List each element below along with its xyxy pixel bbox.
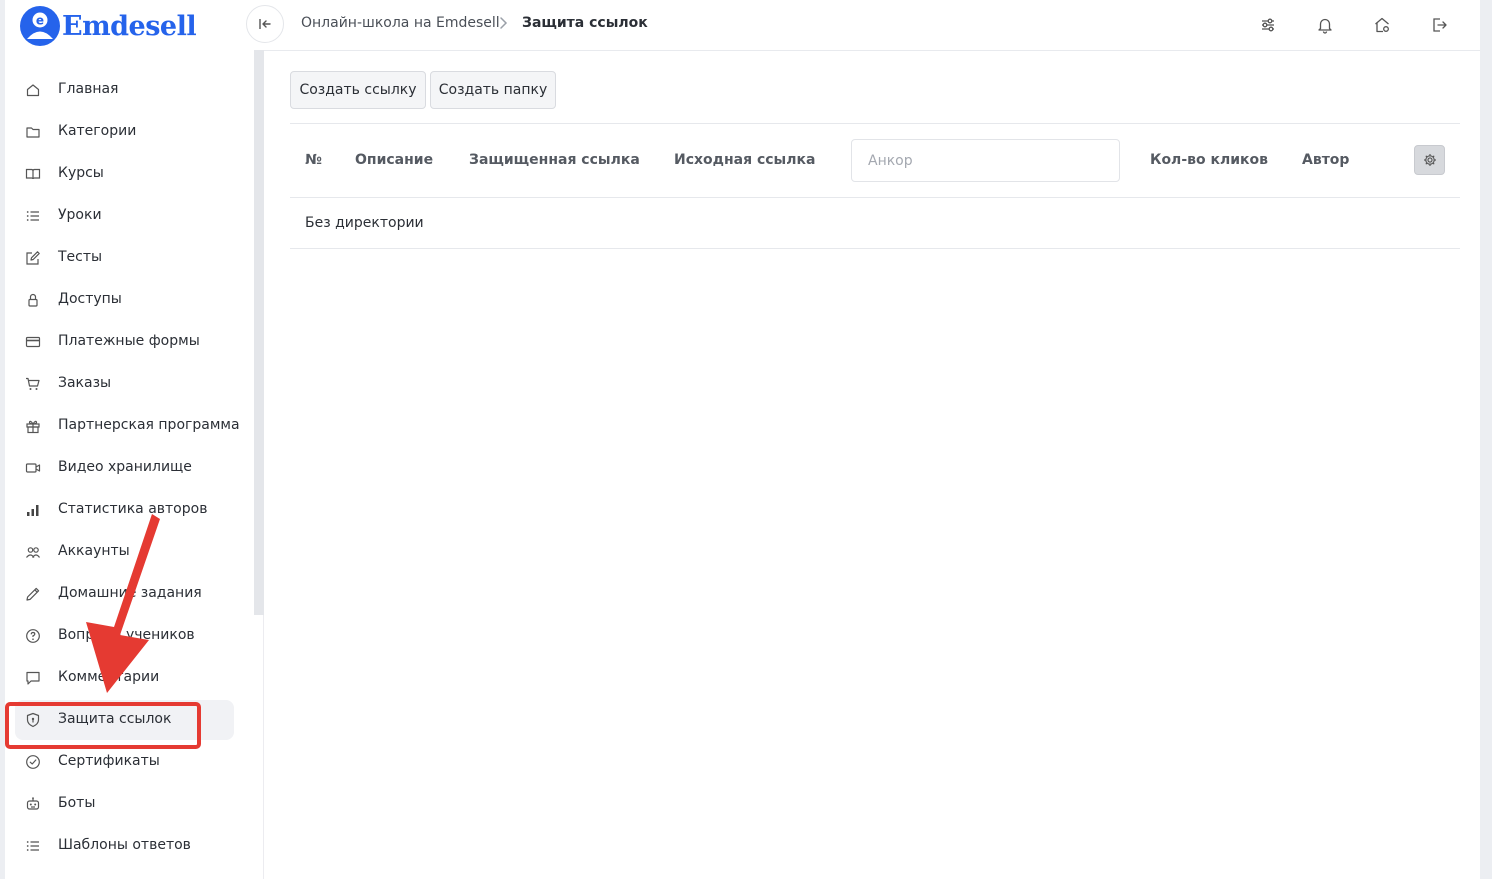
comment-icon bbox=[26, 671, 40, 685]
sidebar-item-video-storage[interactable]: Видео хранилище bbox=[15, 448, 234, 488]
sidebar-item-label: Домашние задания bbox=[58, 585, 202, 601]
bar-chart-icon bbox=[27, 505, 39, 516]
sidebar-item-label: Видео хранилище bbox=[58, 459, 192, 475]
sidebar-item-label: Уроки bbox=[58, 207, 102, 223]
sidebar-item-accounts[interactable]: Аккаунты bbox=[15, 532, 234, 572]
divider bbox=[290, 248, 1460, 249]
collapse-left-icon bbox=[259, 19, 271, 29]
column-header-source-link: Исходная ссылка bbox=[674, 152, 816, 168]
sidebar-item-access[interactable]: Доступы bbox=[15, 280, 234, 320]
logo-icon: e bbox=[20, 6, 60, 46]
collapse-sidebar-button[interactable] bbox=[246, 5, 284, 43]
svg-text:e: e bbox=[36, 14, 44, 28]
sidebar-item-label: Главная bbox=[58, 81, 119, 97]
sidebar-item-categories[interactable]: Категории bbox=[15, 112, 234, 152]
sidebar-item-label: Боты bbox=[58, 795, 96, 811]
create-link-button[interactable]: Создать ссылку bbox=[290, 71, 426, 109]
sidebar-item-label: Курсы bbox=[58, 165, 104, 181]
column-header-clicks: Кол-во кликов bbox=[1150, 152, 1269, 168]
sidebar-item-reply-templates[interactable]: Шаблоны ответов bbox=[15, 826, 234, 866]
sidebar-item-student-questions[interactable]: Вопросы учеников bbox=[15, 616, 234, 656]
sidebar-item-label: Партнерская программа bbox=[58, 417, 240, 433]
column-header-protected-link: Защищенная ссылка bbox=[469, 152, 640, 168]
sidebar-item-home[interactable]: Главная bbox=[15, 70, 234, 110]
robot-icon bbox=[26, 797, 40, 810]
sidebar-item-label: Сертификаты bbox=[58, 753, 160, 769]
window-edge-right bbox=[1480, 0, 1492, 879]
sidebar-item-author-stats[interactable]: Статистика авторов bbox=[15, 490, 234, 530]
sidebar-item-label: Тесты bbox=[58, 249, 103, 265]
list-icon bbox=[26, 211, 39, 221]
book-icon bbox=[25, 168, 41, 180]
gear-icon bbox=[1423, 154, 1436, 166]
check-circle-icon bbox=[26, 755, 40, 769]
sidebar-item-partner-program[interactable]: Партнерская программа bbox=[15, 406, 240, 446]
sidebar-item-label: Шаблоны ответов bbox=[58, 837, 191, 853]
annotation-highlight-box bbox=[5, 702, 201, 749]
column-header-number: № bbox=[305, 152, 322, 168]
brand-logo[interactable]: e Emdesell bbox=[20, 6, 197, 46]
sidebar-item-courses[interactable]: Курсы bbox=[15, 154, 234, 194]
help-circle-icon bbox=[26, 629, 40, 643]
breadcrumb-current: Защита ссылок bbox=[522, 15, 648, 31]
edit-icon bbox=[26, 251, 40, 265]
sidebar-item-label: Доступы bbox=[58, 291, 122, 307]
divider bbox=[290, 123, 1460, 124]
anchor-filter-input[interactable] bbox=[851, 139, 1120, 182]
video-icon bbox=[25, 463, 41, 473]
home-settings-icon[interactable] bbox=[1371, 14, 1393, 36]
credit-card-icon bbox=[25, 336, 41, 348]
sliders-icon[interactable] bbox=[1257, 14, 1279, 36]
cart-icon bbox=[26, 377, 40, 390]
lock-icon bbox=[28, 293, 38, 307]
sidebar-item-label: Платежные формы bbox=[58, 333, 200, 349]
sidebar-item-label: Заказы bbox=[58, 375, 112, 391]
list-icon bbox=[26, 841, 39, 851]
sidebar-item-label: Вопросы учеников bbox=[58, 627, 195, 643]
sidebar-item-orders[interactable]: Заказы bbox=[15, 364, 234, 404]
brand-name: Emdesell bbox=[62, 10, 197, 42]
logout-icon[interactable] bbox=[1428, 14, 1450, 36]
sidebar-scrollbar[interactable] bbox=[254, 50, 264, 615]
table-settings-button[interactable] bbox=[1414, 145, 1445, 175]
sidebar-item-tests[interactable]: Тесты bbox=[15, 238, 234, 278]
sidebar-item-label: Комментарии bbox=[58, 669, 160, 685]
divider bbox=[290, 197, 1460, 198]
folder-icon bbox=[26, 127, 40, 138]
column-header-author: Автор bbox=[1302, 152, 1350, 168]
sidebar-item-lessons[interactable]: Уроки bbox=[15, 196, 234, 236]
table-row-no-directory[interactable]: Без директории bbox=[305, 215, 424, 231]
breadcrumb-parent[interactable]: Онлайн-школа на Emdesell bbox=[301, 15, 500, 31]
sidebar-item-comments[interactable]: Комментарии bbox=[15, 658, 234, 698]
sidebar-item-bots[interactable]: Боты bbox=[15, 784, 234, 824]
chevron-right-icon bbox=[500, 17, 508, 29]
sidebar-item-label: Категории bbox=[58, 123, 137, 139]
sidebar-item-label: Статистика авторов bbox=[58, 501, 208, 517]
sidebar-item-payment-forms[interactable]: Платежные формы bbox=[15, 322, 234, 362]
sidebar-item-label: Аккаунты bbox=[58, 543, 130, 559]
users-icon bbox=[26, 547, 40, 558]
create-folder-button[interactable]: Создать папку bbox=[430, 71, 556, 109]
sidebar-item-homework[interactable]: Домашние задания bbox=[15, 574, 234, 614]
home-icon bbox=[26, 84, 40, 97]
bell-icon[interactable] bbox=[1314, 14, 1336, 36]
column-header-description: Описание bbox=[355, 152, 434, 168]
gift-icon bbox=[26, 420, 40, 434]
pencil-icon bbox=[26, 587, 40, 601]
